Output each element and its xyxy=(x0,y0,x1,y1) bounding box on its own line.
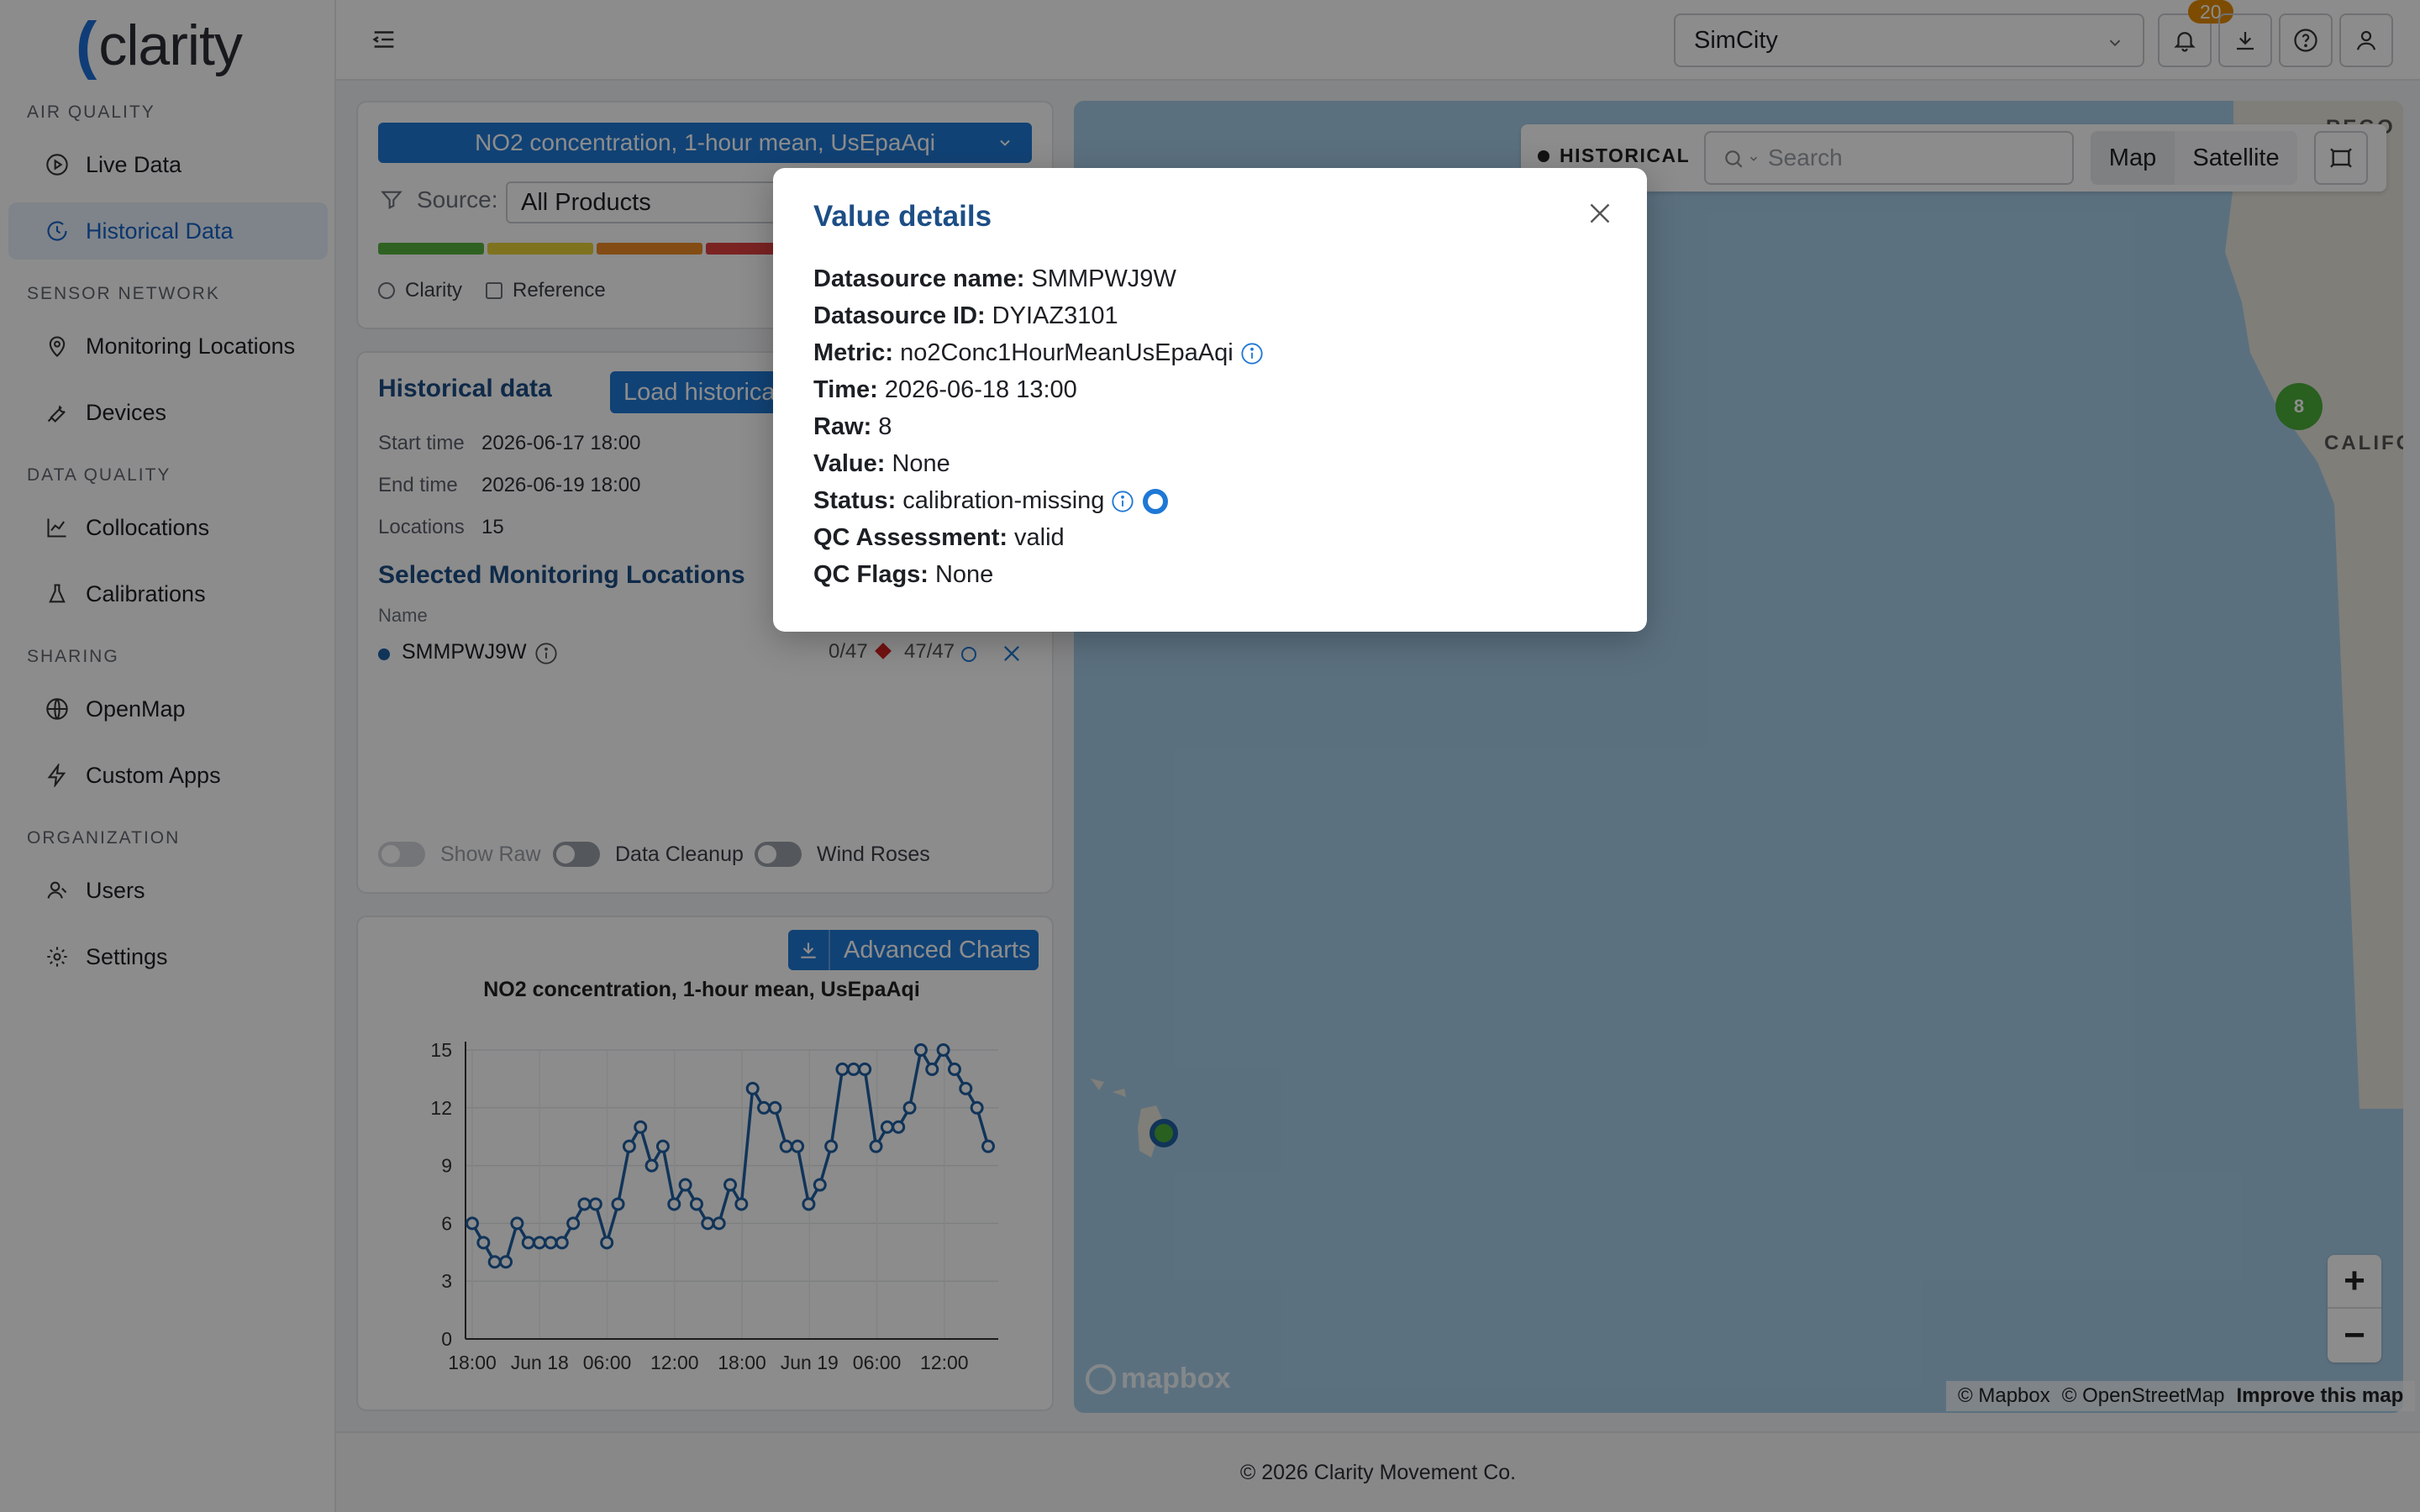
status-circle-icon xyxy=(1143,488,1169,514)
value-details-modal: Value details Datasource name: SMMPWJ9W D… xyxy=(773,168,1647,632)
detail-label: QC Flags: xyxy=(813,561,929,588)
detail-value: None xyxy=(934,561,994,588)
detail-value: 8 xyxy=(878,413,892,440)
detail-datasource-id: Datasource ID: DYIAZ3101 xyxy=(813,302,1118,330)
detail-label: QC Assessment: xyxy=(813,524,1008,551)
detail-value-row: Value: None xyxy=(813,450,950,478)
detail-qc-assessment: QC Assessment: valid xyxy=(813,524,1065,552)
detail-value: None xyxy=(892,450,950,477)
detail-value: calibration-missing xyxy=(902,487,1105,514)
detail-time: Time: 2026-06-18 13:00 xyxy=(813,376,1077,404)
close-icon[interactable] xyxy=(1585,198,1615,228)
detail-value: 2026-06-18 13:00 xyxy=(884,376,1077,403)
detail-label: Status: xyxy=(813,487,897,514)
info-icon[interactable] xyxy=(1240,342,1264,365)
detail-metric: Metric: no2Conc1HourMeanUsEpaAqi xyxy=(813,339,1264,367)
detail-value: DYIAZ3101 xyxy=(992,302,1118,329)
detail-label: Metric: xyxy=(813,339,894,366)
detail-label: Datasource ID: xyxy=(813,302,986,329)
modal-title: Value details xyxy=(813,200,992,233)
detail-status: Status: calibration-missing xyxy=(813,487,1169,515)
detail-value: no2Conc1HourMeanUsEpaAqi xyxy=(900,339,1234,366)
detail-label: Raw: xyxy=(813,413,872,440)
detail-label: Time: xyxy=(813,376,878,403)
detail-datasource-name: Datasource name: SMMPWJ9W xyxy=(813,265,1176,293)
detail-label: Datasource name: xyxy=(813,265,1025,292)
info-icon[interactable] xyxy=(1111,490,1134,513)
detail-value: valid xyxy=(1014,524,1065,551)
detail-qc-flags: QC Flags: None xyxy=(813,561,993,589)
detail-value: SMMPWJ9W xyxy=(1031,265,1176,292)
detail-raw: Raw: 8 xyxy=(813,413,892,441)
detail-label: Value: xyxy=(813,450,886,477)
